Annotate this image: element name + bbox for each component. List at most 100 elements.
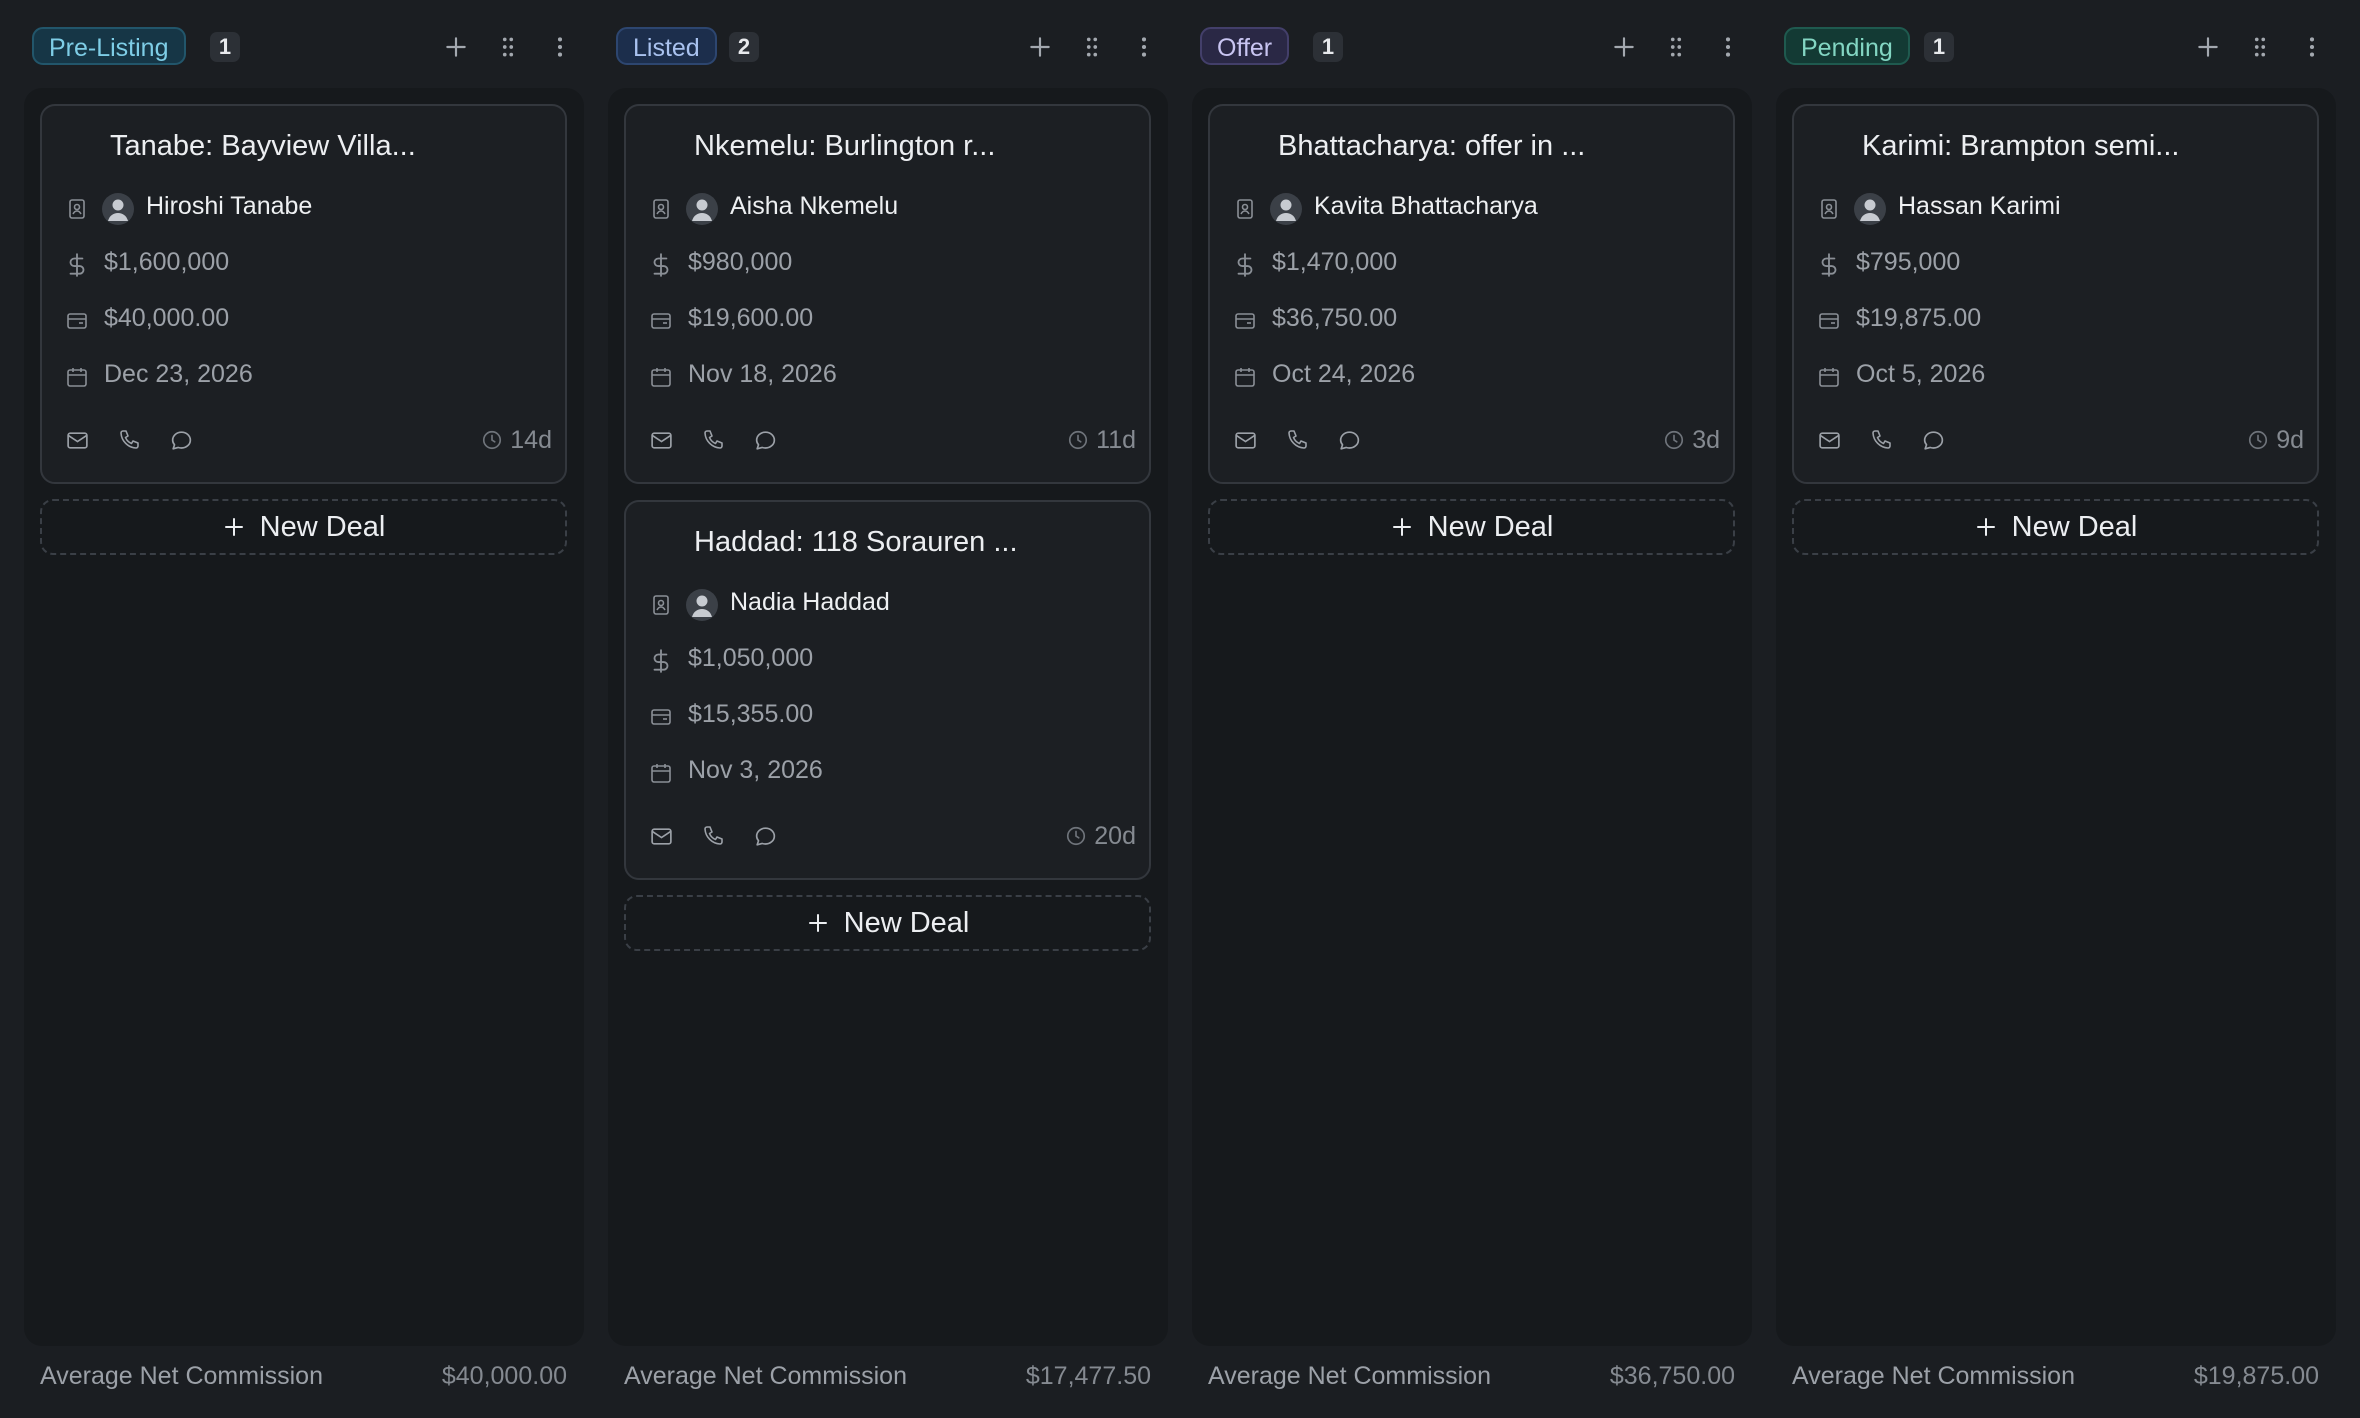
deal-card[interactable]: Bhattacharya: offer in ... Kavita Bhatta… — [1208, 104, 1735, 484]
deal-card[interactable]: Nkemelu: Burlington r... Aisha Nkemelu $… — [624, 104, 1151, 484]
deal-commission: $19,875.00 — [1856, 304, 1982, 332]
avatar-icon — [1854, 193, 1886, 225]
mail-icon[interactable] — [641, 420, 681, 460]
more-vertical-icon[interactable] — [1708, 27, 1748, 67]
card-actions: 11d — [646, 420, 1136, 460]
stage-badge[interactable]: Pre-Listing — [32, 27, 186, 65]
kanban-board: Pre-Listing 1 Tanabe: Bayview Villa... H… — [0, 0, 2360, 1418]
price-row: $1,050,000 — [646, 640, 1126, 680]
add-deal-plus-icon[interactable] — [1604, 27, 1644, 67]
column-offer: Offer 1 Bhattacharya: offer in ... Kavit… — [1192, 0, 1752, 1418]
drag-handle-icon[interactable] — [2240, 27, 2280, 67]
chat-icon[interactable] — [745, 420, 785, 460]
column-footer: Average Net Commission $19,875.00 — [1792, 1358, 2319, 1398]
deal-price: $980,000 — [688, 248, 793, 276]
mail-icon[interactable] — [57, 420, 97, 460]
deal-title: Karimi: Brampton semi... — [1862, 130, 2180, 162]
drag-handle-icon[interactable] — [1072, 27, 1112, 67]
drag-handle-icon[interactable] — [1656, 27, 1696, 67]
column-header: Offer 1 — [1200, 27, 1752, 69]
commission-row: $36,750.00 — [1230, 300, 1710, 340]
clock-icon — [1663, 429, 1685, 451]
date-row: Oct 24, 2026 — [1230, 356, 1710, 396]
card-actions: 9d — [1814, 420, 2304, 460]
drag-handle-icon[interactable] — [488, 27, 528, 67]
new-deal-button[interactable]: New Deal — [40, 499, 567, 555]
contact-row: Kavita Bhattacharya — [1230, 188, 1710, 228]
add-deal-plus-icon[interactable] — [2188, 27, 2228, 67]
phone-icon[interactable] — [1277, 420, 1317, 460]
column-pending: Pending 1 Karimi: Brampton semi... Hassa… — [1776, 0, 2336, 1418]
dollar-icon — [1230, 250, 1260, 280]
date-row: Nov 3, 2026 — [646, 752, 1126, 792]
contact-card-icon — [1814, 194, 1844, 224]
new-deal-button[interactable]: New Deal — [1208, 499, 1735, 555]
mail-icon[interactable] — [1809, 420, 1849, 460]
new-deal-button[interactable]: New Deal — [1792, 499, 2319, 555]
phone-icon[interactable] — [109, 420, 149, 460]
more-vertical-icon[interactable] — [540, 27, 580, 67]
deal-card[interactable]: Haddad: 118 Sorauren ... Nadia Haddad $1… — [624, 500, 1151, 880]
deal-age-value: 20d — [1094, 821, 1136, 850]
chat-icon[interactable] — [745, 816, 785, 856]
date-row: Oct 5, 2026 — [1814, 356, 2294, 396]
new-deal-label: New Deal — [1427, 510, 1554, 543]
phone-icon[interactable] — [693, 420, 733, 460]
chat-icon[interactable] — [1913, 420, 1953, 460]
stage-badge[interactable]: Pending — [1784, 27, 1910, 65]
phone-icon[interactable] — [693, 816, 733, 856]
deal-price: $795,000 — [1856, 248, 1961, 276]
contact-name[interactable]: Kavita Bhattacharya — [1314, 192, 1538, 221]
contact-name[interactable]: Nadia Haddad — [730, 588, 890, 617]
avatar-icon — [102, 193, 134, 225]
average-net-commission-label: Average Net Commission — [40, 1362, 323, 1390]
avatar-icon — [686, 193, 718, 225]
mail-icon[interactable] — [641, 816, 681, 856]
deal-card[interactable]: Karimi: Brampton semi... Hassan Karimi $… — [1792, 104, 2319, 484]
date-row: Nov 18, 2026 — [646, 356, 1126, 396]
deal-title: Nkemelu: Burlington r... — [694, 130, 996, 162]
add-deal-plus-icon[interactable] — [436, 27, 476, 67]
wallet-icon — [1814, 306, 1844, 336]
contact-name[interactable]: Aisha Nkemelu — [730, 192, 898, 221]
contact-card-icon — [62, 194, 92, 224]
stage-badge[interactable]: Listed — [616, 27, 717, 65]
calendar-icon — [646, 758, 676, 788]
phone-icon[interactable] — [1861, 420, 1901, 460]
deal-close-date: Oct 5, 2026 — [1856, 360, 1986, 388]
dollar-icon — [1814, 250, 1844, 280]
deal-age-value: 11d — [1096, 425, 1136, 454]
commission-row: $19,600.00 — [646, 300, 1126, 340]
deal-age: 20d — [1065, 820, 1136, 852]
deal-age-value: 9d — [2276, 425, 2304, 454]
deal-card[interactable]: Tanabe: Bayview Villa... Hiroshi Tanabe … — [40, 104, 567, 484]
clock-icon — [2247, 429, 2269, 451]
new-deal-button[interactable]: New Deal — [624, 895, 1151, 951]
contact-name[interactable]: Hassan Karimi — [1898, 192, 2061, 221]
deal-count-badge: 1 — [210, 32, 240, 62]
column-footer: Average Net Commission $17,477.50 — [624, 1358, 1151, 1398]
more-vertical-icon[interactable] — [2292, 27, 2332, 67]
deal-age: 14d — [481, 424, 552, 456]
stage-badge[interactable]: Offer — [1200, 27, 1290, 65]
wallet-icon — [1230, 306, 1260, 336]
add-deal-plus-icon[interactable] — [1020, 27, 1060, 67]
contact-row: Hassan Karimi — [1814, 188, 2294, 228]
deal-commission: $40,000.00 — [104, 304, 230, 332]
chat-icon[interactable] — [161, 420, 201, 460]
more-vertical-icon[interactable] — [1124, 27, 1164, 67]
chat-icon[interactable] — [1329, 420, 1369, 460]
plus-icon — [806, 911, 830, 935]
deal-age-value: 14d — [510, 425, 552, 454]
column-header: Pending 1 — [1784, 27, 2336, 69]
plus-icon — [222, 515, 246, 539]
deal-close-date: Oct 24, 2026 — [1272, 360, 1416, 388]
calendar-icon — [646, 362, 676, 392]
contact-name[interactable]: Hiroshi Tanabe — [146, 192, 312, 221]
deal-close-date: Nov 3, 2026 — [688, 756, 823, 784]
contact-row: Aisha Nkemelu — [646, 188, 1126, 228]
new-deal-label: New Deal — [2011, 510, 2138, 543]
mail-icon[interactable] — [1225, 420, 1265, 460]
plus-icon — [1974, 515, 1998, 539]
contact-card-icon — [646, 590, 676, 620]
